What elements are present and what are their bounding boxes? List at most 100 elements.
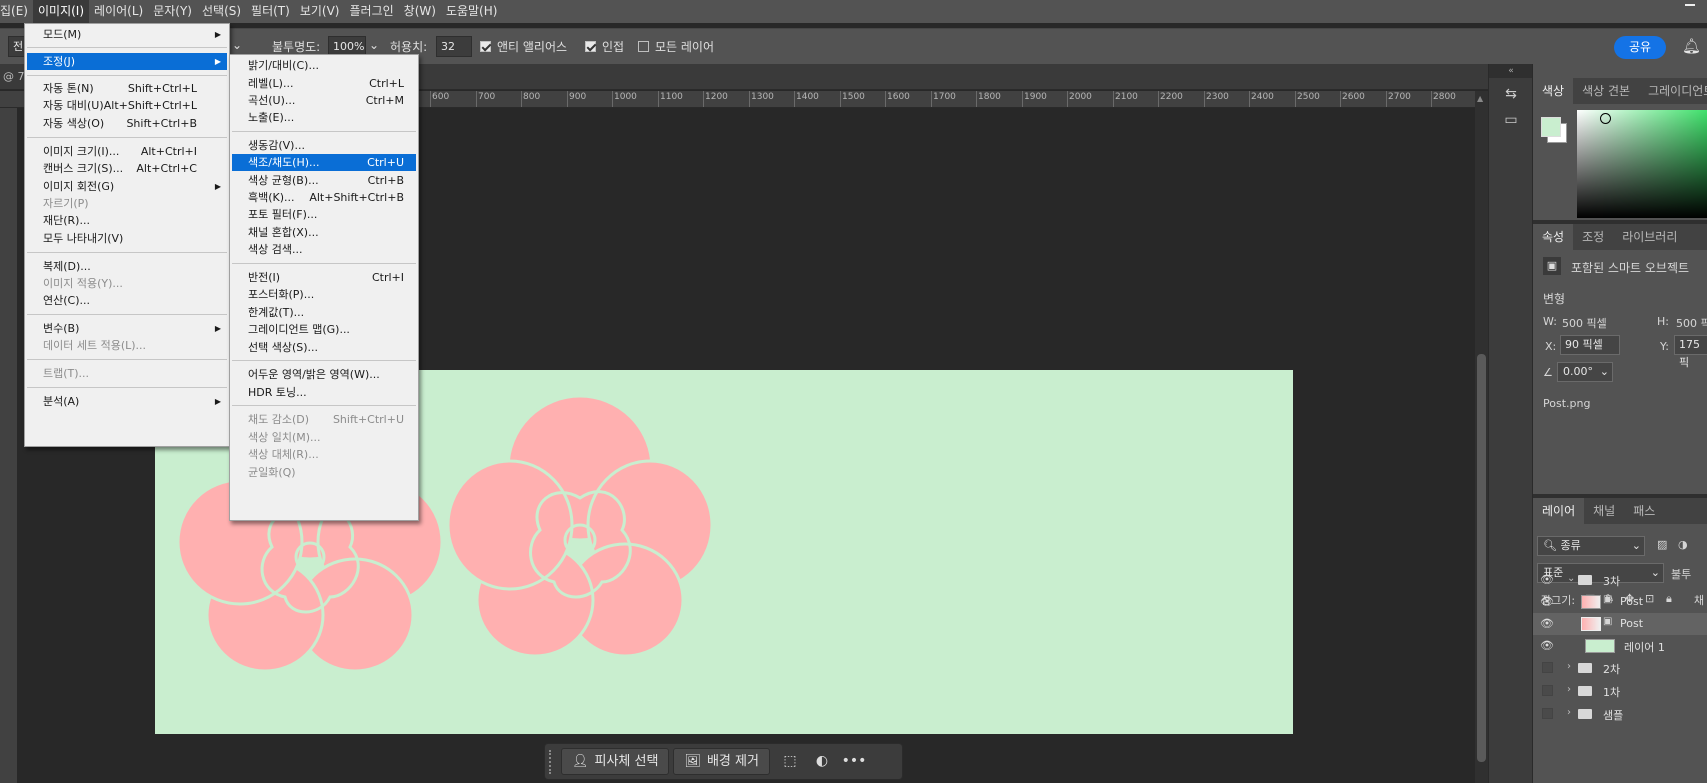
- menu-item[interactable]: 밝기/대비(C)...: [232, 57, 416, 74]
- menu-item[interactable]: 자동 색상(O) Shift+Ctrl+B: [27, 115, 227, 132]
- menu-view[interactable]: 보기(V): [295, 0, 345, 23]
- scroll-up-icon[interactable]: ▲: [1477, 94, 1483, 103]
- visibility-toggle-off[interactable]: [1542, 685, 1553, 696]
- menu-item[interactable]: 포토 필터(F)...: [232, 206, 416, 223]
- menu-item[interactable]: 조정(J) ▶: [27, 53, 227, 70]
- history-icon[interactable]: ⇆: [1501, 86, 1521, 106]
- menu-layer[interactable]: 레이어(L): [89, 0, 148, 23]
- tab-color[interactable]: 색상: [1533, 78, 1574, 104]
- menu-item[interactable]: 이미지 크기(I)... Alt+Ctrl+I: [27, 143, 227, 160]
- adjustment-icon[interactable]: ◐: [806, 748, 838, 775]
- menu-item[interactable]: 연산(C)...: [27, 292, 227, 309]
- layer-group-3[interactable]: 👁︎ ⌄ 3차: [1533, 569, 1707, 591]
- document-tab-fragment[interactable]: @ 7: [3, 70, 25, 83]
- tolerance-field[interactable]: 32: [436, 36, 472, 57]
- menu-item[interactable]: 한계값(T)...: [232, 304, 416, 321]
- transform-icon[interactable]: ⬚: [774, 748, 806, 775]
- chevron-right-icon[interactable]: ›: [1567, 707, 1571, 718]
- menu-item[interactable]: 캔버스 크기(S)... Alt+Ctrl+C: [27, 160, 227, 177]
- dropdown-arrow-icon[interactable]: ⌄: [232, 38, 242, 52]
- menu-item[interactable]: 자동 톤(N) Shift+Ctrl+L: [27, 80, 227, 97]
- tab-channels[interactable]: 채널: [1584, 498, 1624, 524]
- chevron-right-icon[interactable]: ›: [1567, 661, 1571, 672]
- minimize-icon[interactable]: [1685, 4, 1695, 6]
- menu-item[interactable]: 포스터화(P)...: [232, 286, 416, 303]
- vertical-scrollbar[interactable]: ▲: [1475, 91, 1488, 783]
- menu-item[interactable]: 모두 나타내기(V): [27, 230, 227, 247]
- visibility-eye-icon[interactable]: 👁︎: [1540, 595, 1554, 609]
- menu-edit[interactable]: 집(E): [0, 0, 33, 23]
- menu-filter[interactable]: 필터(T): [246, 0, 295, 23]
- layer-1[interactable]: 👁︎ 레이어 1: [1533, 635, 1707, 657]
- y-field[interactable]: 175 픽: [1674, 335, 1707, 369]
- menu-item[interactable]: 반전(I) Ctrl+I: [232, 269, 416, 286]
- menu-select[interactable]: 선택(S): [197, 0, 246, 23]
- visibility-toggle-off[interactable]: [1542, 708, 1553, 719]
- menu-item[interactable]: 자동 대비(U) Alt+Shift+Ctrl+L: [27, 97, 227, 114]
- opacity-dropdown-icon[interactable]: ⌄: [369, 38, 379, 52]
- menu-help[interactable]: 도움말(H): [441, 0, 503, 23]
- menu-item[interactable]: 모드(M) ▶: [27, 26, 227, 43]
- visibility-eye-icon[interactable]: 👁︎: [1540, 573, 1554, 587]
- menu-item[interactable]: 어두운 영역/밝은 영역(W)...: [232, 366, 416, 383]
- layer-group-2[interactable]: › 2차: [1533, 657, 1707, 679]
- contiguous-checkbox[interactable]: 인접: [585, 38, 624, 55]
- menu-item[interactable]: 색상 균형(B)... Ctrl+B: [232, 172, 416, 189]
- select-subject-button[interactable]: 👤︎ 피사체 선택: [561, 748, 670, 775]
- antialias-checkbox[interactable]: 앤티 앨리어스: [480, 38, 567, 55]
- menu-item[interactable]: 채널 혼합(X)...: [232, 224, 416, 241]
- visibility-eye-icon[interactable]: 👁︎: [1540, 639, 1554, 653]
- menu-item[interactable]: 변수(B) ▶: [27, 320, 227, 337]
- menu-item[interactable]: 흑백(K)... Alt+Shift+Ctrl+B: [232, 189, 416, 206]
- taskbar-grip-handle[interactable]: [549, 749, 553, 774]
- angle-field[interactable]: 0.00° ⌄: [1557, 362, 1613, 382]
- tab-properties[interactable]: 속성: [1533, 224, 1574, 250]
- more-options-icon[interactable]: •••: [838, 748, 870, 775]
- tab-gradients[interactable]: 그레이디언트: [1639, 78, 1707, 104]
- menu-item[interactable]: 노출(E)...: [232, 109, 416, 126]
- comments-icon[interactable]: ▭: [1501, 112, 1521, 132]
- scrollbar-thumb[interactable]: [1477, 354, 1486, 762]
- menu-item[interactable]: 분석(A) ▶: [27, 393, 227, 410]
- menu-item[interactable]: 이미지 회전(G) ▶: [27, 178, 227, 195]
- layer-post-1[interactable]: 👁︎ ▣ Post: [1533, 591, 1707, 613]
- height-value[interactable]: 500 픽셀: [1676, 315, 1707, 331]
- layer-post-2[interactable]: 👁︎ ▣ Post: [1533, 613, 1707, 635]
- color-picker-field[interactable]: [1577, 110, 1707, 218]
- menu-window[interactable]: 창(W): [399, 0, 441, 23]
- chevron-down-icon[interactable]: ⌄: [1567, 573, 1575, 584]
- visibility-eye-icon[interactable]: 👁︎: [1540, 617, 1554, 631]
- menu-item[interactable]: 재단(R)...: [27, 212, 227, 229]
- share-button[interactable]: 공유: [1614, 36, 1666, 59]
- menu-plugins[interactable]: 플러그인: [344, 0, 398, 23]
- tab-adjustments[interactable]: 조정: [1573, 224, 1613, 250]
- menu-item[interactable]: 색상 검색...: [232, 241, 416, 258]
- tab-layers[interactable]: 레이어: [1533, 498, 1585, 524]
- color-picker-ring[interactable]: [1600, 113, 1611, 124]
- menu-item[interactable]: 선택 색상(S)...: [232, 339, 416, 356]
- menu-item[interactable]: 레벨(L)... Ctrl+L: [232, 75, 416, 92]
- menu-item[interactable]: 복제(D)...: [27, 258, 227, 275]
- notification-bell-icon[interactable]: 🔔︎: [1682, 37, 1701, 55]
- foreground-color-swatch[interactable]: [1541, 117, 1561, 137]
- tab-swatches[interactable]: 색상 견본: [1573, 78, 1639, 104]
- menu-item[interactable]: HDR 토닝...: [232, 384, 416, 401]
- filter-adjustment-icon[interactable]: ◑: [1678, 538, 1688, 551]
- menu-item[interactable]: 곡선(U)... Ctrl+M: [232, 92, 416, 109]
- chevron-right-icon[interactable]: ›: [1567, 684, 1571, 695]
- width-value[interactable]: 500 픽셀: [1562, 315, 1607, 331]
- remove-background-button[interactable]: 🖼︎ 배경 제거: [673, 748, 770, 775]
- collapse-panels-icon[interactable]: «: [1489, 64, 1533, 78]
- tab-libraries[interactable]: 라이브러리: [1613, 224, 1686, 250]
- x-field[interactable]: 90 픽셀: [1560, 335, 1620, 355]
- all-layers-checkbox[interactable]: 모든 레이어: [638, 38, 714, 55]
- menu-item[interactable]: 색조/채도(H)... Ctrl+U: [232, 154, 416, 171]
- menu-type[interactable]: 문자(Y): [148, 0, 197, 23]
- layer-filter-select[interactable]: 🔍︎ 종류 ⌄: [1537, 536, 1645, 556]
- menu-image[interactable]: 이미지(I): [33, 0, 90, 23]
- menu-item[interactable]: 생동감(V)...: [232, 137, 416, 154]
- layer-group-1[interactable]: › 1차: [1533, 680, 1707, 702]
- filter-image-icon[interactable]: ▨: [1657, 538, 1667, 551]
- layer-group-sample[interactable]: › 샘플: [1533, 703, 1707, 725]
- visibility-toggle-off[interactable]: [1542, 662, 1553, 673]
